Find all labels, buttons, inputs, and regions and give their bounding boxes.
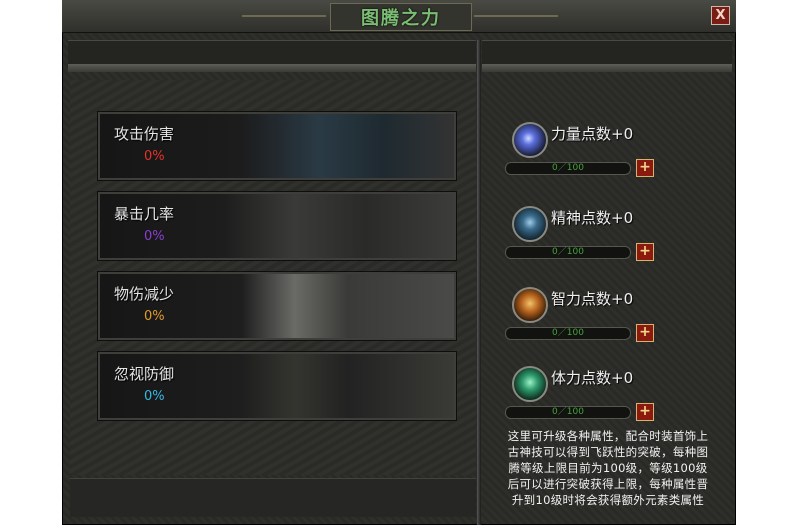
left-section-rule: [68, 64, 476, 72]
stat-label: 攻击伤害: [114, 125, 175, 143]
attribute-row-intellect: 智力点数+0 0／100 +: [484, 277, 732, 357]
add-spirit-button[interactable]: +: [636, 243, 654, 261]
spirit-orb-icon: [512, 206, 548, 242]
add-power-button[interactable]: +: [636, 159, 654, 177]
title-bar: 图腾之力 X: [62, 0, 736, 33]
description-line: 升到10级时将会获得额外元素类属性: [511, 493, 705, 507]
add-intellect-button[interactable]: +: [636, 324, 654, 342]
totem-power-window: 图腾之力 X 攻击伤害 0% 暴击几率 0% 物伤减少 0% 忽视防御 0% 力…: [62, 0, 736, 525]
attribute-name: 力量点数+0: [551, 125, 634, 143]
pane-divider: [477, 40, 481, 525]
title-ornament-right: [474, 15, 558, 17]
window-title: 图腾之力: [361, 8, 441, 29]
title-plate: 图腾之力: [330, 3, 472, 31]
stat-card-ignore-defense: 忽视防御 0%: [98, 352, 456, 420]
description-line: 这里可升级各种属性，配合时装首饰上: [507, 429, 709, 443]
right-section-rule: [482, 64, 732, 72]
stats-footer: [70, 478, 476, 517]
power-orb-icon: [512, 122, 548, 158]
attribute-row-spirit: 精神点数+0 0／100 +: [484, 196, 732, 276]
title-ornament-left: [242, 15, 326, 17]
stat-card-damage-reduction: 物伤减少 0%: [98, 272, 456, 340]
attribute-name: 智力点数+0: [551, 290, 634, 308]
attribute-progress-text: 0／100: [552, 247, 584, 257]
stat-card-crit: 暴击几率 0%: [98, 192, 456, 260]
attribute-progress-bar: 0／100: [505, 406, 631, 419]
stat-value: 0%: [144, 389, 165, 404]
attribute-name: 体力点数+0: [551, 369, 634, 387]
attribute-row-power: 力量点数+0 0／100 +: [484, 112, 732, 192]
attribute-progress-text: 0／100: [552, 163, 584, 173]
left-header-bar: [68, 40, 476, 66]
add-stamina-button[interactable]: +: [636, 403, 654, 421]
attribute-progress-bar: 0／100: [505, 162, 631, 175]
stat-value: 0%: [144, 309, 165, 324]
stat-label: 忽视防御: [114, 365, 175, 383]
stat-label: 暴击几率: [114, 205, 175, 223]
description-line: 后可以进行突破获得上限，每种属性晋: [507, 477, 709, 491]
description-line: 腾等级上限目前为100级，等级100级: [508, 461, 708, 475]
attribute-name: 精神点数+0: [551, 209, 634, 227]
stat-label: 物伤减少: [114, 285, 175, 303]
stat-value: 0%: [144, 229, 165, 244]
attribute-progress-bar: 0／100: [505, 327, 631, 340]
stamina-orb-icon: [512, 366, 548, 402]
close-button[interactable]: X: [711, 6, 730, 25]
intellect-orb-icon: [512, 287, 548, 323]
attribute-progress-bar: 0／100: [505, 246, 631, 259]
stat-value: 0%: [144, 149, 165, 164]
attribute-row-stamina: 体力点数+0 0／100 +: [484, 356, 732, 436]
attribute-progress-text: 0／100: [552, 407, 584, 417]
stat-card-attack: 攻击伤害 0%: [98, 112, 456, 180]
attribute-progress-text: 0／100: [552, 328, 584, 338]
description-text: 这里可升级各种属性，配合时装首饰上 古神技可以得到飞跃性的突破，每种图 腾等级上…: [488, 428, 728, 508]
right-header-bar: [482, 40, 732, 66]
stats-pane: 攻击伤害 0% 暴击几率 0% 物伤减少 0% 忽视防御 0%: [70, 80, 476, 475]
description-line: 古神技可以得到飞跃性的突破，每种图: [507, 445, 709, 459]
